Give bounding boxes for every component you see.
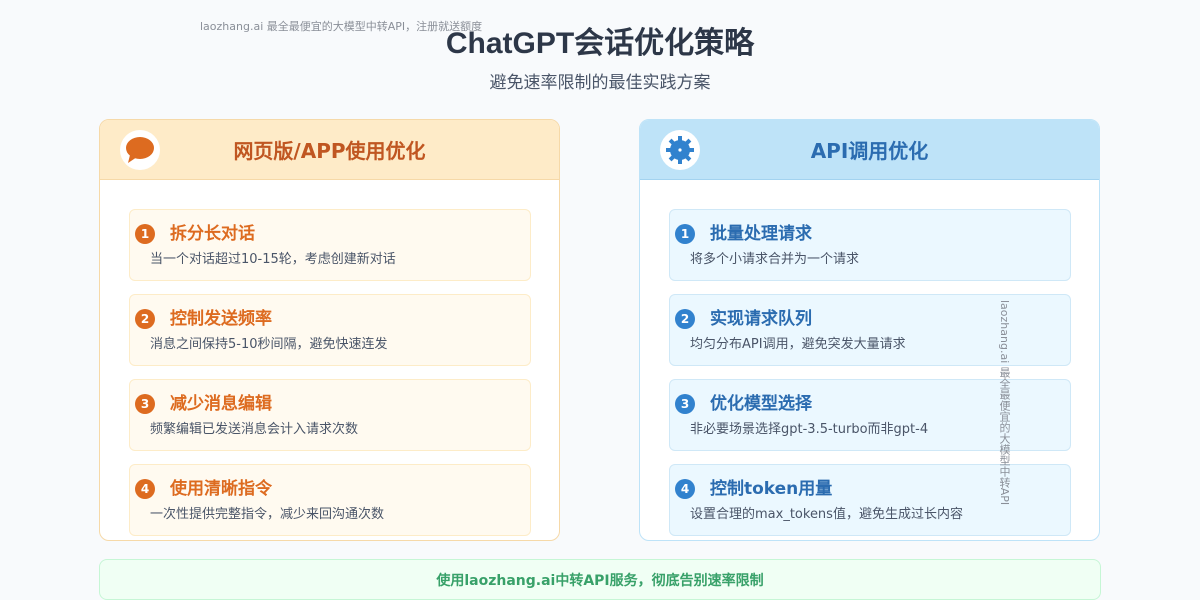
watermark-side: laozhang.ai 最全最便宜的大模型中转API: [998, 300, 1011, 506]
footer-banner: 使用laozhang.ai中转API服务，彻底告别速率限制: [99, 559, 1101, 600]
panel-title: API调用优化: [810, 139, 929, 163]
tip-title: 使用清晰指令: [170, 479, 272, 499]
step-number: 2: [135, 309, 155, 329]
tip-item: 1 拆分长对话 当一个对话超过10-15轮，考虑创建新对话: [129, 209, 531, 281]
step-number: 1: [675, 224, 695, 244]
page-subtitle: 避免速率限制的最佳实践方案: [489, 73, 711, 93]
tip-description: 将多个小请求合并为一个请求: [690, 252, 860, 267]
panel-header: 网页版/APP使用优化: [100, 120, 559, 180]
step-number: 2: [675, 309, 695, 329]
tip-item: 2 控制发送频率 消息之间保持5-10秒间隔，避免快速连发: [129, 294, 531, 366]
step-number: 3: [675, 394, 695, 414]
tip-description: 非必要场景选择gpt-3.5-turbo而非gpt-4: [690, 422, 929, 437]
tip-item: 3 减少消息编辑 频繁编辑已发送消息会计入请求次数: [129, 379, 531, 451]
tip-description: 当一个对话超过10-15轮，考虑创建新对话: [150, 252, 396, 267]
tip-title: 减少消息编辑: [170, 394, 272, 414]
gear-icon: [660, 130, 700, 170]
tip-description: 一次性提供完整指令，减少来回沟通次数: [150, 507, 385, 522]
tip-title: 拆分长对话: [170, 224, 255, 244]
tip-item: 4 使用清晰指令 一次性提供完整指令，减少来回沟通次数: [129, 464, 531, 536]
web-app-optimization-panel: 网页版/APP使用优化 1 拆分长对话 当一个对话超过10-15轮，考虑创建新对…: [99, 119, 560, 541]
tip-title: 实现请求队列: [710, 309, 812, 329]
step-number: 1: [135, 224, 155, 244]
api-optimization-panel: API调用优化 1 批量处理请求 将多个小请求合并为一个请求 2 实现请求队列 …: [639, 119, 1100, 541]
tip-description: 均匀分布API调用，避免突发大量请求: [690, 337, 906, 352]
step-number: 4: [135, 479, 155, 499]
tip-description: 设置合理的max_tokens值，避免生成过长内容: [690, 507, 963, 522]
panel-header: API调用优化: [640, 120, 1099, 180]
tip-description: 消息之间保持5-10秒间隔，避免快速连发: [150, 337, 388, 352]
chat-bubble-icon: [120, 130, 160, 170]
tip-item: 1 批量处理请求 将多个小请求合并为一个请求: [669, 209, 1071, 281]
tip-title: 优化模型选择: [710, 394, 812, 414]
tip-title: 控制token用量: [710, 479, 833, 499]
tip-title: 批量处理请求: [710, 224, 812, 244]
page-title: ChatGPT会话优化策略: [445, 27, 755, 60]
panel-title: 网页版/APP使用优化: [233, 139, 426, 163]
footer-text: 使用laozhang.ai中转API服务，彻底告别速率限制: [436, 572, 764, 589]
tip-title: 控制发送频率: [170, 309, 272, 329]
step-number: 3: [135, 394, 155, 414]
step-number: 4: [675, 479, 695, 499]
tip-description: 频繁编辑已发送消息会计入请求次数: [150, 422, 359, 437]
watermark-top: laozhang.ai 最全最便宜的大模型中转API，注册就送额度: [200, 20, 483, 33]
